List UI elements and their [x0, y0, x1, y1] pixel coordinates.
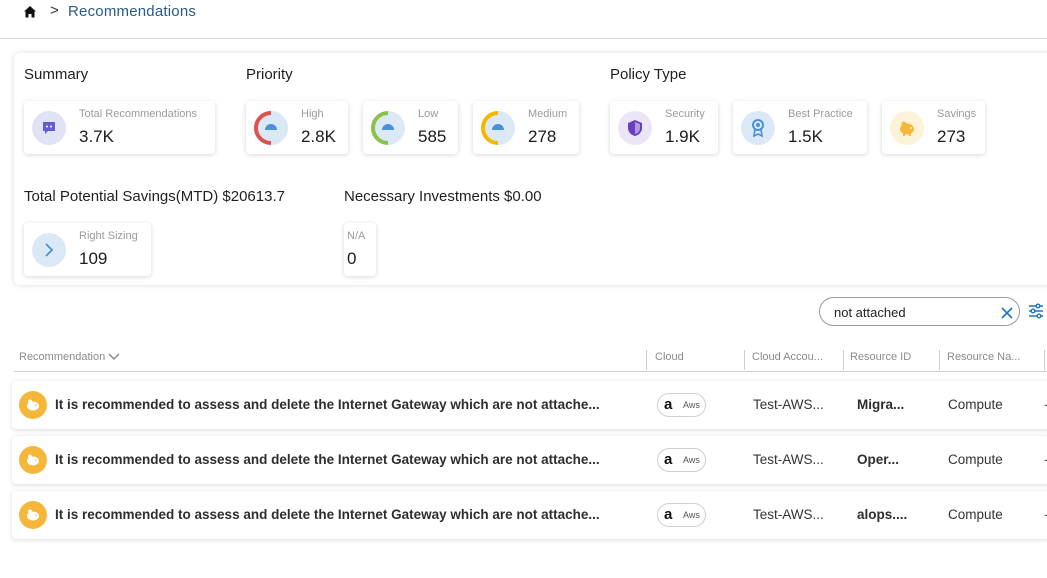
- page-title: Recommendations: [68, 3, 197, 20]
- card-value: 585: [418, 127, 447, 146]
- card-value: 0: [347, 249, 357, 268]
- card-na[interactable]: N/A 0: [344, 223, 376, 276]
- card-value: 1.9K: [665, 127, 700, 146]
- card-label: N/A: [347, 230, 366, 242]
- card-policy-security[interactable]: Security 1.9K: [610, 101, 718, 154]
- breadcrumb-separator: >: [50, 2, 59, 19]
- column-header-resource-id[interactable]: Resource ID: [850, 351, 911, 363]
- card-value: 273: [937, 127, 966, 146]
- card-label: Total Recommendations: [79, 108, 198, 120]
- award-badge-icon: [741, 111, 775, 145]
- table-row[interactable]: It is recommended to assess and delete t…: [12, 491, 1047, 539]
- necessary-investments-title: Necessary Investments $0.00: [344, 188, 542, 205]
- close-icon[interactable]: [1000, 306, 1014, 320]
- resource-id: alops....: [857, 507, 908, 522]
- total-savings-title: Total Potential Savings(MTD) $20613.7: [24, 188, 285, 205]
- piggy-bank-icon: [890, 111, 924, 145]
- card-label: Low: [418, 108, 439, 120]
- message-icon: [32, 111, 66, 145]
- cloud-badge: a Aws: [657, 393, 706, 417]
- aws-logo: a: [664, 451, 673, 468]
- recommendation-text: It is recommended to assess and delete t…: [55, 397, 600, 412]
- card-label: Security: [665, 108, 705, 120]
- cloud-account: Test-AWS...: [753, 452, 824, 467]
- summary-title: Summary: [24, 66, 89, 83]
- table-header: Recommendation Cloud Cloud Accou... Reso…: [14, 346, 1047, 372]
- card-value: 3.7K: [79, 127, 114, 146]
- piggy-bank-icon: [19, 446, 47, 474]
- gauge-medium-icon: [481, 111, 515, 145]
- filter-sliders-icon[interactable]: [1028, 303, 1044, 319]
- resource-name: Compute: [948, 507, 1003, 522]
- recommendation-text: It is recommended to assess and delete t…: [55, 452, 600, 467]
- chevron-right-icon: [32, 233, 66, 267]
- shield-icon: [618, 111, 652, 145]
- column-divider[interactable]: [939, 350, 940, 370]
- gauge-high-icon: [254, 111, 288, 145]
- card-priority-low[interactable]: Low 585: [363, 101, 458, 154]
- cloud-badge: a Aws: [657, 503, 706, 527]
- resource-id: Oper...: [857, 452, 900, 467]
- card-label: Savings: [937, 108, 977, 120]
- resource-name: Compute: [948, 397, 1003, 412]
- cloud-badge: a Aws: [657, 448, 706, 472]
- card-value: 109: [79, 249, 108, 268]
- gauge-low-icon: [371, 111, 405, 145]
- piggy-bank-icon: [19, 391, 47, 419]
- column-header-cloud-account[interactable]: Cloud Accou...: [752, 351, 823, 363]
- column-divider[interactable]: [1044, 350, 1045, 370]
- cloud-account: Test-AWS...: [753, 397, 824, 412]
- column-header-resource-name[interactable]: Resource Na...: [947, 351, 1020, 363]
- card-right-sizing[interactable]: Right Sizing 109: [24, 223, 151, 276]
- priority-title: Priority: [246, 66, 293, 83]
- table-row[interactable]: It is recommended to assess and delete t…: [12, 381, 1047, 429]
- column-divider[interactable]: [744, 350, 745, 370]
- policy-type-title: Policy Type: [610, 66, 687, 83]
- column-divider[interactable]: [843, 350, 844, 370]
- column-header-cloud[interactable]: Cloud: [655, 351, 684, 363]
- search-field[interactable]: [819, 297, 1020, 326]
- aws-logo: a: [664, 506, 673, 523]
- home-icon[interactable]: [23, 5, 37, 19]
- card-priority-high[interactable]: High 2.8K: [246, 101, 348, 154]
- card-label: Best Practice: [788, 108, 853, 120]
- column-divider[interactable]: [646, 350, 647, 370]
- overview-panel: Summary Priority Policy Type Total Recom…: [14, 53, 1047, 285]
- card-value: 278: [528, 127, 557, 146]
- resource-id: Migra...: [857, 397, 905, 412]
- resource-name: Compute: [948, 452, 1003, 467]
- card-total-recommendations[interactable]: Total Recommendations 3.7K: [24, 101, 215, 154]
- recommendation-text: It is recommended to assess and delete t…: [55, 507, 600, 522]
- chevron-down-icon: [108, 353, 120, 361]
- top-bar: > Recommendations: [0, 0, 1047, 39]
- aws-logo: a: [664, 396, 673, 413]
- card-policy-savings[interactable]: Savings 273: [882, 101, 985, 154]
- card-priority-medium[interactable]: Medium 278: [473, 101, 579, 154]
- card-value: 2.8K: [301, 127, 336, 146]
- card-label: Right Sizing: [79, 230, 138, 242]
- cloud-account: Test-AWS...: [753, 507, 824, 522]
- search-input[interactable]: [834, 303, 994, 321]
- column-header-recommendation[interactable]: Recommendation: [19, 351, 120, 363]
- card-label: High: [301, 108, 324, 120]
- card-value: 1.5K: [788, 127, 823, 146]
- card-label: Medium: [528, 108, 568, 120]
- piggy-bank-icon: [19, 501, 47, 529]
- card-policy-best-practice[interactable]: Best Practice 1.5K: [733, 101, 867, 154]
- table-row[interactable]: It is recommended to assess and delete t…: [12, 436, 1047, 484]
